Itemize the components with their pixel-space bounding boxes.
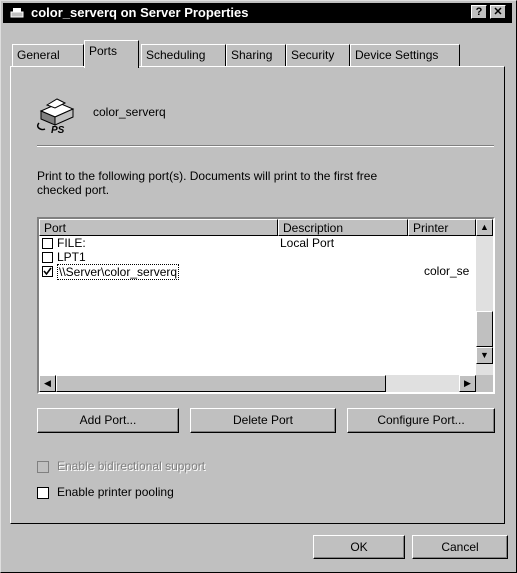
column-header-port[interactable]: Port xyxy=(39,219,278,236)
port-name: \\Server\color_serverq xyxy=(57,264,180,280)
close-button[interactable]: ✕ xyxy=(490,5,506,19)
horizontal-scrollbar[interactable]: ◀ ▶ xyxy=(39,375,476,392)
help-button[interactable]: ? xyxy=(471,5,487,19)
delete-port-button[interactable]: Delete Port xyxy=(190,408,336,433)
port-name: LPT1 xyxy=(57,250,86,264)
separator xyxy=(37,145,494,147)
configure-port-button[interactable]: Configure Port... xyxy=(347,408,495,433)
scroll-down-button[interactable]: ▼ xyxy=(476,347,493,364)
table-row[interactable]: \\Server\color_serverq color_se xyxy=(39,264,476,280)
printer-pooling-checkbox[interactable] xyxy=(37,487,49,499)
tab-device-settings[interactable]: Device Settings xyxy=(350,44,460,66)
scroll-up-button[interactable]: ▲ xyxy=(476,219,493,236)
column-header-printer[interactable]: Printer xyxy=(408,219,476,236)
tab-scheduling[interactable]: Scheduling xyxy=(141,44,226,66)
tab-sharing[interactable]: Sharing xyxy=(226,44,286,66)
window-title: color_serverq on Server Properties xyxy=(31,5,249,20)
add-port-button[interactable]: Add Port... xyxy=(37,408,179,433)
title-bar[interactable]: color_serverq on Server Properties ? ✕ xyxy=(3,3,512,23)
port-description: Local Port xyxy=(280,236,335,250)
port-printer: color_se xyxy=(424,264,470,278)
active-tab-joint xyxy=(85,65,138,68)
table-row[interactable]: LPT1 xyxy=(39,250,476,264)
port-checkbox[interactable] xyxy=(42,238,53,249)
ps-badge: PS xyxy=(51,125,65,135)
instructions-line2: checked port. xyxy=(37,183,110,197)
printer-name: color_serverq xyxy=(93,105,166,119)
scroll-left-button[interactable]: ◀ xyxy=(39,375,56,392)
column-header-description[interactable]: Description xyxy=(278,219,408,236)
tab-general[interactable]: General xyxy=(12,44,84,66)
vertical-scrollbar[interactable]: ▲ ▼ xyxy=(476,219,493,375)
port-checkbox-checked[interactable] xyxy=(42,266,53,277)
printer-pooling-label: Enable printer pooling xyxy=(57,485,174,499)
bidirectional-checkbox[interactable] xyxy=(37,461,49,473)
table-row[interactable]: FILE: Local Port xyxy=(39,236,476,250)
bidirectional-label: Enable bidirectional support xyxy=(57,459,206,473)
checkmark-icon xyxy=(43,267,52,276)
port-checkbox[interactable] xyxy=(42,252,53,263)
port-list[interactable]: Port Description Printer FILE: Local Por… xyxy=(37,217,495,394)
scrollbar-corner xyxy=(476,375,493,392)
printer-icon xyxy=(10,8,24,18)
postscript-printer-icon: PS xyxy=(36,98,75,135)
instructions-line1: Print to the following port(s). Document… xyxy=(37,169,378,183)
horizontal-scroll-thumb[interactable] xyxy=(56,375,386,392)
ok-button[interactable]: OK xyxy=(313,535,405,559)
tab-security[interactable]: Security xyxy=(286,44,350,66)
scroll-right-button[interactable]: ▶ xyxy=(459,375,476,392)
cancel-button[interactable]: Cancel xyxy=(412,535,508,559)
tab-ports[interactable]: Ports xyxy=(84,40,139,68)
port-name: FILE: xyxy=(57,236,86,250)
vertical-scroll-thumb[interactable] xyxy=(476,311,493,347)
